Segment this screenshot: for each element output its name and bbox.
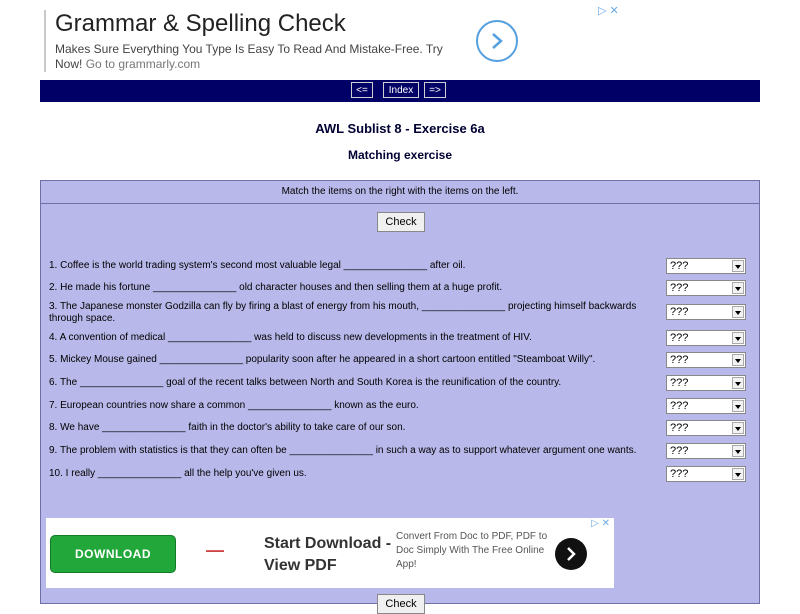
ad-close-icon[interactable]: ▷ ✕ xyxy=(598,6,619,17)
nav-bar: <= Index => xyxy=(40,80,760,102)
select-value: ??? xyxy=(670,468,689,480)
answer-select-6[interactable]: ??? xyxy=(666,375,746,391)
ad-description: Convert From Doc to PDF, PDF to Doc Simp… xyxy=(396,531,548,570)
ad-close-icon[interactable]: ▷ ✕ xyxy=(591,518,610,529)
page-subtitle: Matching exercise xyxy=(347,148,453,162)
check-button[interactable]: Check xyxy=(377,212,425,232)
select-value: ??? xyxy=(670,282,689,294)
answer-select-4[interactable]: ??? xyxy=(666,330,746,346)
answer-select-5[interactable]: ??? xyxy=(666,352,746,368)
check-button-bottom[interactable]: Check xyxy=(377,594,425,614)
exercise-item-7: 7. European countries now share a common… xyxy=(49,400,419,411)
dropdown-arrow-icon xyxy=(732,306,744,318)
advertiser-logo: ▬▬▬ xyxy=(206,548,224,554)
answer-select-9[interactable]: ??? xyxy=(666,443,746,459)
exercise-item-9: 9. The problem with statistics is that t… xyxy=(49,445,637,456)
answer-select-7[interactable]: ??? xyxy=(666,398,746,414)
prev-button[interactable]: <= xyxy=(351,82,373,98)
select-value: ??? xyxy=(670,377,689,389)
ad-go-button[interactable] xyxy=(555,538,587,570)
exercise-item-10: 10. I really _______________ all the hel… xyxy=(49,468,307,479)
dropdown-arrow-icon xyxy=(732,377,744,389)
dropdown-arrow-icon xyxy=(732,400,744,412)
exercise-item-4: 4. A convention of medical _____________… xyxy=(49,332,532,343)
bottom-ad[interactable]: ▷ ✕ DOWNLOAD ▬▬▬ Start Download - View P… xyxy=(46,518,614,588)
select-value: ??? xyxy=(670,354,689,366)
dropdown-arrow-icon xyxy=(732,468,744,480)
chevron-right-icon xyxy=(492,33,503,49)
answer-select-2[interactable]: ??? xyxy=(666,280,746,296)
answer-select-8[interactable]: ??? xyxy=(666,420,746,436)
dropdown-arrow-icon xyxy=(732,332,744,344)
dropdown-arrow-icon xyxy=(732,354,744,366)
ad-description: Makes Sure Everything You Type Is Easy T… xyxy=(55,42,460,72)
ad-headline[interactable]: Start Download - View PDF xyxy=(264,533,394,577)
index-button[interactable]: Index xyxy=(383,82,419,98)
exercise-item-6: 6. The _______________ goal of the recen… xyxy=(49,377,562,388)
exercise-item-1: 1. Coffee is the world trading system's … xyxy=(49,260,466,271)
ad-link[interactable]: Go to grammarly.com xyxy=(86,57,200,71)
select-value: ??? xyxy=(670,445,689,457)
ad-title[interactable]: Grammar & Spelling Check xyxy=(55,10,346,38)
page-title: AWL Sublist 8 - Exercise 6a xyxy=(315,121,485,136)
answer-select-3[interactable]: ??? xyxy=(666,304,746,320)
top-ad[interactable]: Grammar & Spelling Check Makes Sure Ever… xyxy=(44,10,566,72)
ad-arrow-button[interactable] xyxy=(476,20,518,62)
chevron-right-icon xyxy=(567,547,576,561)
select-value: ??? xyxy=(670,422,689,434)
select-value: ??? xyxy=(670,332,689,344)
exercise-item-8: 8. We have _______________ faith in the … xyxy=(49,422,406,433)
exercise-item-5: 5. Mickey Mouse gained _______________ p… xyxy=(49,354,596,365)
exercise-item-2: 2. He made his fortune _______________ o… xyxy=(49,282,503,293)
instruction-bar: Match the items on the right with the it… xyxy=(40,180,760,204)
dropdown-arrow-icon xyxy=(732,260,744,272)
select-value: ??? xyxy=(670,260,689,272)
download-button[interactable]: DOWNLOAD xyxy=(50,535,176,573)
select-value: ??? xyxy=(670,306,689,318)
next-button[interactable]: => xyxy=(424,82,446,98)
dropdown-arrow-icon xyxy=(732,445,744,457)
exercise-item-3: 3. The Japanese monster Godzilla can fly… xyxy=(49,301,637,324)
dropdown-arrow-icon xyxy=(732,422,744,434)
select-value: ??? xyxy=(670,400,689,412)
answer-select-1[interactable]: ??? xyxy=(666,258,746,274)
answer-select-10[interactable]: ??? xyxy=(666,466,746,482)
dropdown-arrow-icon xyxy=(732,282,744,294)
